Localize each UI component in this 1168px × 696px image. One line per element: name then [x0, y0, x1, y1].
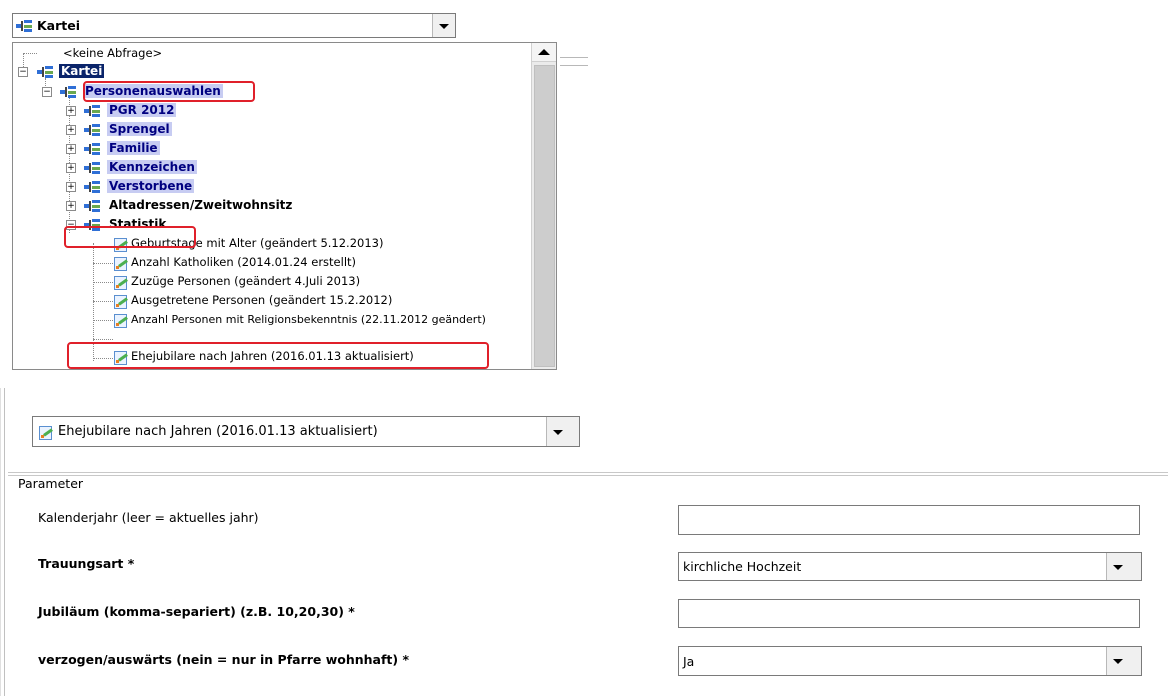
tree-query-icon [37, 66, 54, 78]
query-edit-icon [113, 256, 128, 271]
tree-item-label: Zuzüge Personen (geändert 4.Juli 2013) [131, 274, 361, 288]
divider [0, 388, 1, 696]
tree-item-label: Verstorbene [107, 179, 195, 193]
tree-query-icon [84, 124, 101, 136]
expand-icon[interactable]: + [66, 201, 76, 211]
scroll-up-icon[interactable] [532, 43, 556, 62]
tree-item-query[interactable]: Ausgetretene Personen (geändert 15.2.201… [131, 291, 392, 310]
chevron-down-icon[interactable] [546, 417, 579, 446]
tree-item-label: <keine Abfrage> [63, 46, 163, 60]
divider [560, 65, 588, 66]
trauungsart-select[interactable]: kirchliche Hochzeit [678, 552, 1142, 581]
field-label: verzogen/auswärts (nein = nur in Pfarre … [38, 652, 410, 667]
tree-item-label: PGR 2012 [107, 103, 177, 117]
tree-query-icon [84, 105, 101, 117]
query-edit-icon [113, 294, 128, 309]
chevron-down-icon[interactable] [1106, 553, 1141, 580]
expand-icon[interactable]: + [66, 106, 76, 116]
query-combobox-value: Ehejubilare nach Jahren (2016.01.13 aktu… [58, 424, 378, 439]
divider [8, 475, 1168, 476]
tree-query-icon [84, 162, 101, 174]
tree-item-label: Ausgetretene Personen (geändert 15.2.201… [131, 293, 393, 307]
collapse-icon[interactable]: − [42, 87, 52, 97]
divider [8, 472, 1168, 473]
tree-item-label: Anzahl Personen mit Religionsbekenntnis … [131, 313, 486, 326]
expand-icon[interactable]: + [66, 125, 76, 135]
tree-query-icon [84, 143, 101, 155]
chevron-down-icon[interactable] [432, 14, 455, 37]
expand-icon[interactable]: + [66, 182, 76, 192]
tree-item-query[interactable]: Zuzüge Personen (geändert 4.Juli 2013) [131, 272, 360, 291]
tree-item-query[interactable]: Anzahl Katholiken (2014.01.24 erstellt) [131, 253, 356, 272]
query-edit-icon [113, 275, 128, 290]
field-label: Jubiläum (komma-separiert) (z.B. 10,20,3… [38, 604, 355, 619]
query-edit-icon [38, 425, 53, 440]
tree-scrollbar[interactable] [531, 43, 556, 369]
divider [560, 57, 588, 58]
tree-item-kennzeichen[interactable]: Kennzeichen [107, 158, 197, 177]
highlight-box [83, 81, 255, 102]
query-combobox[interactable]: Ehejubilare nach Jahren (2016.01.13 aktu… [32, 416, 580, 447]
tree-item-sprengel[interactable]: Sprengel [107, 120, 172, 139]
group-title: Parameter [16, 476, 86, 491]
tree-item-verstorbene[interactable]: Verstorbene [107, 177, 195, 196]
highlight-box [64, 226, 196, 248]
divider [4, 388, 5, 696]
kartei-combobox-value: Kartei [37, 18, 81, 33]
highlight-box [67, 342, 489, 369]
tree-query-icon [60, 86, 77, 98]
tree-item-label: Anzahl Katholiken (2014.01.24 erstellt) [131, 255, 357, 269]
verzogen-select[interactable]: Ja [678, 646, 1142, 676]
jubilaeum-input[interactable] [678, 599, 1140, 628]
verzogen-select-value: Ja [683, 654, 695, 669]
field-label: Kalenderjahr (leer = aktuelles jahr) [38, 510, 259, 525]
tree-query-icon [84, 200, 101, 212]
tree-item-label: Familie [107, 141, 160, 155]
kalenderjahr-input[interactable] [678, 505, 1140, 535]
tree-item-familie[interactable]: Familie [107, 139, 160, 158]
trauungsart-select-value: kirchliche Hochzeit [683, 559, 802, 574]
expand-icon[interactable]: + [66, 144, 76, 154]
chevron-down-icon[interactable] [1106, 647, 1141, 675]
query-edit-icon [113, 313, 128, 328]
tree-query-icon [16, 20, 33, 32]
tree-item-pgr-2012[interactable]: PGR 2012 [107, 101, 177, 120]
expand-icon[interactable]: + [66, 163, 76, 173]
tree-item-kartei[interactable]: Kartei [59, 62, 105, 81]
tree-item-keine-abfrage[interactable]: <keine Abfrage> [63, 44, 162, 63]
tree-item-label: Sprengel [107, 122, 172, 136]
tree-query-icon [84, 181, 101, 193]
scroll-thumb[interactable] [534, 65, 555, 367]
tree-item-altadressen[interactable]: Altadressen/Zweitwohnsitz [107, 196, 294, 215]
tree-item-query[interactable]: Anzahl Personen mit Religionsbekenntnis … [131, 310, 486, 329]
tree-item-label: Kartei [59, 64, 105, 78]
tree-item-label: Kennzeichen [107, 160, 197, 174]
kartei-combobox[interactable]: Kartei [12, 13, 456, 38]
field-label: Trauungsart * [38, 556, 135, 571]
tree-item-label: Altadressen/Zweitwohnsitz [109, 198, 293, 212]
collapse-icon[interactable]: − [18, 67, 28, 77]
